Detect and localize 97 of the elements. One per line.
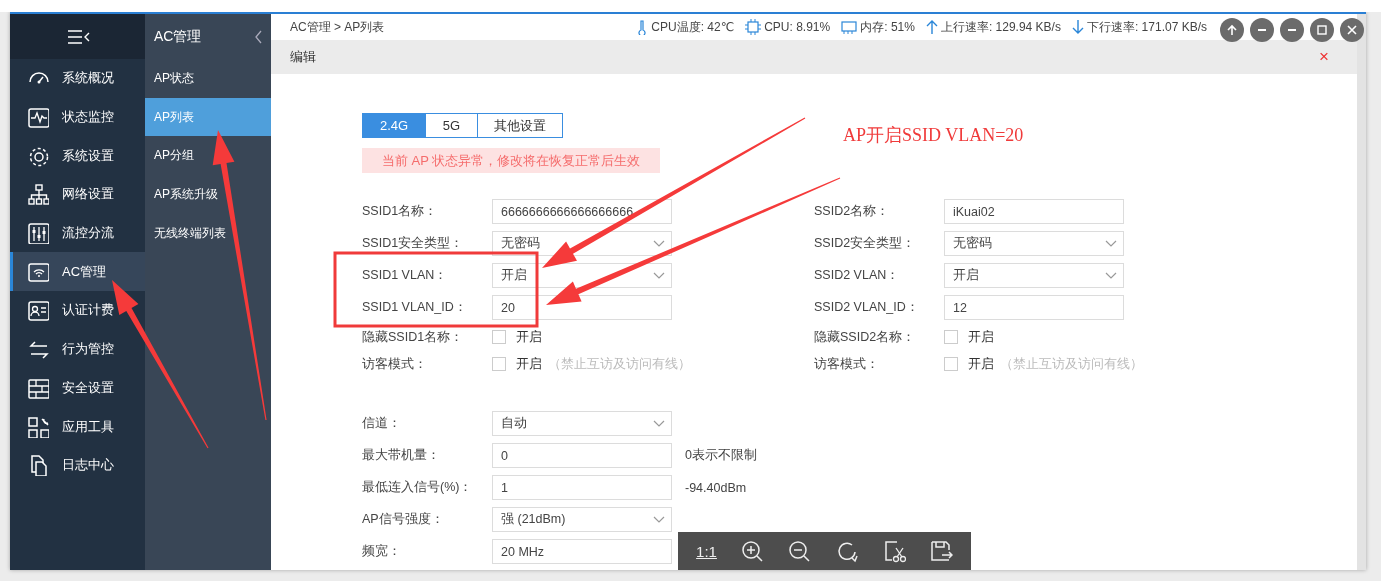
pulse-monitor-icon [27,106,49,129]
sidebar-item[interactable]: 行为管控 [10,329,145,369]
checkbox-label[interactable]: 开启 [516,328,542,346]
sidebar-item[interactable]: 系统设置 [10,136,145,176]
chip-icon [745,19,762,35]
sidebar-item[interactable]: AC管理 [10,252,145,292]
chevron-down-icon [653,240,665,247]
annotation-text: AP开启SSID VLAN=20 [843,124,1024,147]
field-label: SSID1名称： [362,203,439,220]
checkbox-label[interactable]: 开启 [516,355,542,373]
field-label: 最大带机量： [362,447,441,464]
status-reading: CPU: 8.91% [764,20,831,34]
checkbox[interactable] [492,330,506,344]
field-label: 访客模式： [362,355,428,373]
field-label: SSID1 VLAN： [362,267,449,284]
thermometer-icon [636,19,649,35]
sidebar-item[interactable]: 应用工具 [10,407,145,446]
id-card-icon [27,299,49,322]
field-label: SSID2名称： [814,203,891,220]
field-label: AP信号强度： [362,511,445,528]
text-input[interactable]: 12 [944,295,1124,320]
submenu-item[interactable]: 无线终端列表 [145,213,271,253]
sidebar-item[interactable]: 日志中心 [10,445,145,485]
maximize-icon [1317,25,1327,35]
actual-size-button[interactable]: 1:1 [696,542,717,560]
swap-arrows-icon [27,338,49,361]
chevron-down-icon [653,516,665,523]
breadcrumb: AC管理 > AP列表 [290,18,385,36]
wifi-screen-icon [27,260,49,283]
up-arrow-icon [925,19,938,35]
status-reading: 下行速率: 171.07 KB/s [1086,18,1207,36]
hint-text: （禁止互访及访问有线） [1000,355,1143,373]
sidebar-item[interactable]: 网络设置 [10,175,145,214]
collapse-chevron-icon[interactable] [254,29,263,44]
sidebar-item[interactable]: 认证计费 [10,291,145,330]
zoom-in-icon[interactable] [741,539,765,563]
hint-text: -94.40dBm [685,480,748,495]
text-input[interactable]: 20 [492,295,672,320]
memory-icon [841,19,858,35]
field-label: 隐藏SSID2名称： [814,328,917,346]
dash-icon [1258,29,1266,31]
field-label: 频宽： [362,543,402,560]
field-label: SSID2安全类型： [814,235,917,252]
close-icon [1347,25,1357,35]
sidebar-item[interactable]: 状态监控 [10,97,145,137]
dropdown[interactable]: 开启 [944,263,1124,288]
chevron-down-icon [1105,240,1117,247]
minimize-icon [1288,29,1296,31]
checkbox[interactable] [944,357,958,371]
checkbox[interactable] [492,357,506,371]
status-reading: 上行速率: 129.94 KB/s [940,18,1061,36]
status-reading: 内存: 51% [860,18,915,36]
dialog-title: 编辑 [290,48,316,66]
grid-wrench-icon [27,415,49,438]
field-label: SSID1安全类型： [362,235,465,252]
submenu-item[interactable]: AP分组 [145,136,271,176]
down-arrow-icon [1071,19,1084,35]
up-arrow-icon [1227,24,1237,36]
sidebar-item[interactable]: 流控分流 [10,213,145,253]
dropdown[interactable]: 无密码 [944,231,1124,256]
field-label: 隐藏SSID1名称： [362,328,465,346]
field-label: SSID2 VLAN： [814,267,901,284]
field-label: SSID1 VLAN_ID： [362,299,468,316]
warning-banner: 当前 AP 状态异常，修改将在恢复正常后生效 [362,148,661,173]
close-button[interactable]: × [1319,47,1329,67]
dropdown[interactable]: 自动 [492,411,672,436]
sidebar-item[interactable]: 安全设置 [10,368,145,408]
zoom-out-icon[interactable] [788,539,812,563]
field-label: SSID2 VLAN_ID： [814,299,920,316]
sliders-icon [27,222,49,245]
chevron-down-icon [653,272,665,279]
status-reading: CPU温度: 42℃ [651,18,735,36]
checkbox[interactable] [944,330,958,344]
chevron-down-icon [1105,272,1117,279]
scissors-icon[interactable] [882,539,906,563]
chevron-down-icon [653,420,665,427]
text-input[interactable]: 6666666666666666666 [492,199,672,224]
checkbox-label[interactable]: 开启 [968,328,994,346]
text-input[interactable]: 0 [492,443,672,468]
save-icon[interactable] [929,539,953,563]
sidebar-item[interactable]: 系统概况 [10,59,145,98]
field-label: 访客模式： [814,355,880,373]
submenu-title: AC管理 [154,27,202,46]
network-tree-icon [27,183,49,206]
brick-wall-icon [27,376,49,399]
submenu-item[interactable]: AP系统升级 [145,175,271,214]
text-input[interactable]: iKuai02 [944,199,1124,224]
checkbox-label[interactable]: 开启 [968,355,994,373]
field-label: 信道： [362,415,402,432]
hint-text: 0表示不限制 [685,447,757,464]
text-input[interactable]: 20 MHz [492,539,672,564]
field-label: 最低连入信号(%)： [362,479,474,496]
dropdown[interactable]: 强 (21dBm) [492,507,672,532]
menu-icon[interactable] [65,27,90,46]
text-input[interactable]: 1 [492,475,672,500]
submenu-item[interactable]: AP状态 [145,59,271,98]
hint-text: （禁止互访及访问有线） [548,355,691,373]
